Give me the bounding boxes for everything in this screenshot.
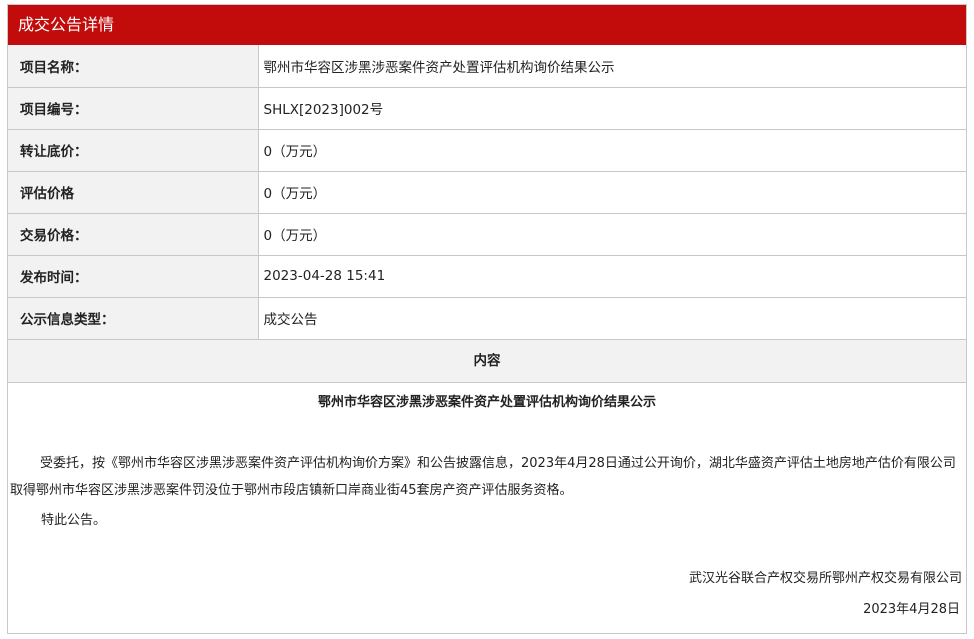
field-label-reserve-price: 转让底价：	[8, 128, 259, 172]
announcement-panel: 成交公告详情 项目名称： 鄂州市华容区涉黑涉恶案件资产处置评估机构询价结果公示 …	[7, 4, 967, 634]
table-row: 评估价格 0（万元）	[8, 170, 966, 214]
field-label-appraised-price: 评估价格	[8, 170, 259, 214]
table-row: 发布时间： 2023-04-28 15:41	[8, 254, 966, 298]
document-date: 2023年4月28日	[863, 601, 960, 617]
content-body: 鄂州市华容区涉黑涉恶案件资产处置评估机构询价结果公示 受委托，按《鄂州市华容区涉…	[8, 383, 966, 625]
field-label-publish-time: 发布时间：	[8, 254, 259, 298]
field-label-info-type: 公示信息类型：	[8, 296, 259, 340]
document-closing: 特此公告。	[41, 512, 107, 528]
field-label-project-number: 项目编号：	[8, 86, 259, 130]
document-signature: 武汉光谷联合产权交易所鄂州产权交易有限公司	[688, 570, 962, 586]
field-value-appraised-price: 0（万元）	[257, 170, 966, 214]
document-title: 鄂州市华容区涉黑涉恶案件资产处置评估机构询价结果公示	[317, 394, 656, 410]
field-label-project-name: 项目名称：	[8, 45, 259, 88]
field-value-project-number: SHLX[2023]002号	[257, 86, 966, 130]
table-row: 转让底价： 0（万元）	[8, 128, 966, 172]
document-paragraph: 受委托，按《鄂州市华容区涉黑涉恶案件资产评估机构询价方案》和公告披露信息，202…	[10, 455, 956, 498]
table-row: 项目名称： 鄂州市华容区涉黑涉恶案件资产处置评估机构询价结果公示	[8, 45, 966, 88]
field-value-publish-time: 2023-04-28 15:41	[257, 254, 966, 298]
field-value-reserve-price: 0（万元）	[257, 128, 966, 172]
content-section-header: 内容	[8, 339, 966, 383]
table-row: 项目编号： SHLX[2023]002号	[8, 86, 966, 130]
table-row: 公示信息类型： 成交公告	[8, 296, 966, 340]
panel-title: 成交公告详情	[8, 5, 966, 45]
table-row: 交易价格： 0（万元）	[8, 212, 966, 256]
field-label-transaction-price: 交易价格：	[8, 212, 259, 256]
field-value-transaction-price: 0（万元）	[257, 212, 966, 256]
field-value-project-name: 鄂州市华容区涉黑涉恶案件资产处置评估机构询价结果公示	[257, 45, 966, 88]
field-value-info-type: 成交公告	[257, 296, 966, 340]
info-table: 项目名称： 鄂州市华容区涉黑涉恶案件资产处置评估机构询价结果公示 项目编号： S…	[8, 45, 966, 340]
